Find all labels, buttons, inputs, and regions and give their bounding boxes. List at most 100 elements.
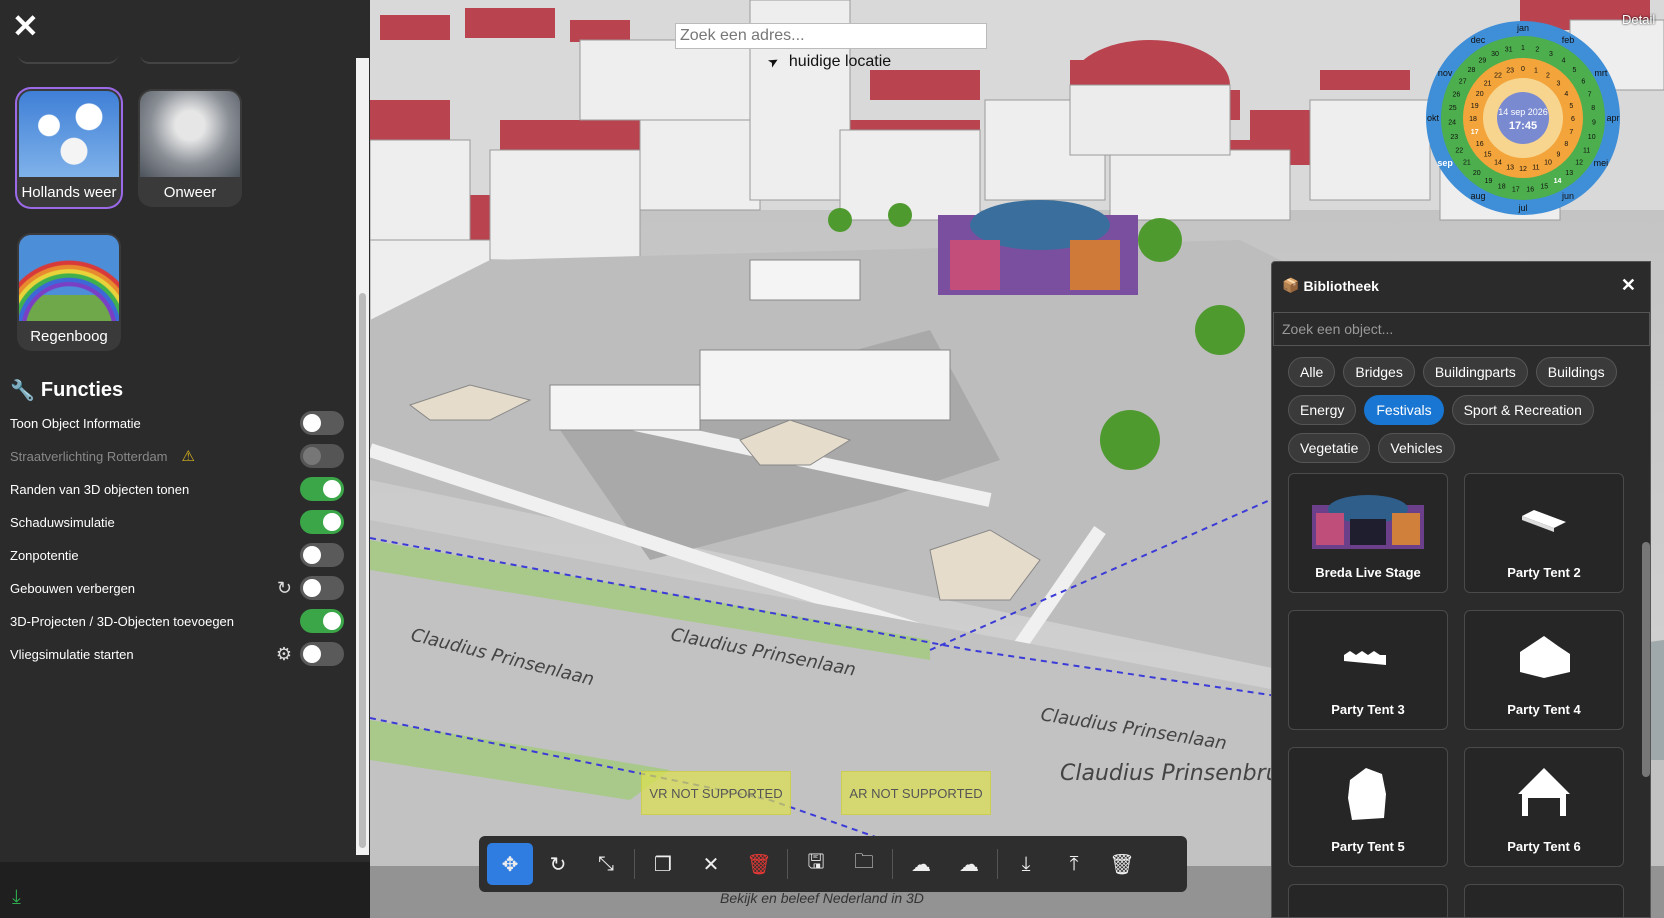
scale-icon[interactable]: ⤡: [583, 843, 629, 885]
dial-hour[interactable]: 23: [1506, 68, 1514, 75]
save-icon[interactable]: 🖫: [793, 843, 839, 885]
dial-day[interactable]: 21: [1463, 160, 1471, 167]
object-card[interactable]: Party Tent 2: [1464, 473, 1624, 593]
dial-day[interactable]: 27: [1459, 78, 1467, 85]
dial-month[interactable]: jul: [1517, 203, 1527, 213]
chip-bridges[interactable]: Bridges: [1343, 357, 1415, 387]
download-icon[interactable]: ⤓: [1003, 843, 1049, 885]
dial-hour[interactable]: 17: [1471, 129, 1479, 136]
dial-hour[interactable]: 12: [1519, 166, 1527, 173]
dial-month[interactable]: okt: [1427, 113, 1440, 123]
dial-day[interactable]: 5: [1573, 67, 1577, 74]
rotate-icon[interactable]: ↻: [535, 843, 581, 885]
object-card[interactable]: Party Tent 6: [1464, 747, 1624, 867]
deselect-icon[interactable]: ✕: [688, 843, 734, 885]
ar-button[interactable]: AR NOT SUPPORTED: [841, 771, 991, 815]
chip-vehicles[interactable]: Vehicles: [1378, 433, 1455, 463]
dial-day[interactable]: 12: [1575, 160, 1583, 167]
dial-day[interactable]: 17: [1512, 187, 1520, 194]
dial-month[interactable]: jan: [1516, 23, 1529, 33]
object-card[interactable]: [1288, 884, 1448, 917]
dial-hour[interactable]: 11: [1532, 164, 1539, 171]
dial-hour[interactable]: 2: [1546, 73, 1550, 80]
dial-hour[interactable]: 19: [1471, 103, 1479, 110]
dial-hour[interactable]: 6: [1571, 116, 1575, 123]
chip-alle[interactable]: Alle: [1288, 357, 1336, 387]
chip-buildingparts[interactable]: Buildingparts: [1422, 357, 1528, 387]
dial-month[interactable]: feb: [1562, 35, 1575, 45]
chip-festivals[interactable]: Festivals: [1364, 395, 1444, 425]
weather-tile-onweer[interactable]: Onweer: [138, 89, 242, 207]
download-cloud-icon[interactable]: ☁: [946, 843, 992, 885]
weather-tile-regenboog[interactable]: Regenboog: [17, 233, 121, 351]
randen-toggle[interactable]: [300, 477, 344, 501]
dial-hour[interactable]: 16: [1476, 141, 1484, 148]
dial-month[interactable]: sep: [1437, 158, 1453, 168]
scrollbar-thumb[interactable]: [359, 293, 366, 848]
dial-day[interactable]: 18: [1498, 184, 1506, 191]
dial-day[interactable]: 1: [1521, 45, 1525, 52]
dial-day[interactable]: 30: [1491, 51, 1499, 58]
schaduw-toggle[interactable]: [300, 510, 344, 534]
weather-tile-hollands-weer[interactable]: Hollands weer: [17, 89, 121, 207]
chip-vegetatie[interactable]: Vegetatie: [1288, 433, 1371, 463]
dial-hour[interactable]: 14: [1494, 159, 1502, 166]
dial-hour[interactable]: 18: [1469, 116, 1477, 123]
dial-day[interactable]: 8: [1591, 105, 1595, 112]
copy-icon[interactable]: ❐: [640, 843, 686, 885]
dial-day[interactable]: 13: [1565, 170, 1573, 177]
dial-day[interactable]: 9: [1592, 120, 1596, 127]
download-icon[interactable]: ⤓: [12, 886, 21, 909]
dial-day[interactable]: 10: [1588, 134, 1596, 141]
dial-hour[interactable]: 1: [1534, 68, 1538, 75]
object-card[interactable]: Party Tent 5: [1288, 747, 1448, 867]
dial-day[interactable]: 14: [1554, 178, 1562, 185]
dial-day[interactable]: 4: [1562, 58, 1566, 65]
dial-hour[interactable]: 8: [1564, 141, 1568, 148]
close-icon[interactable]: ✕: [1621, 275, 1636, 296]
delete-icon[interactable]: 🗑: [736, 843, 782, 885]
dial-month[interactable]: mrt: [1594, 68, 1607, 78]
dial-month[interactable]: jun: [1561, 191, 1574, 201]
detail-label[interactable]: Detail: [1622, 12, 1655, 27]
upload-cloud-icon[interactable]: ☁: [898, 843, 944, 885]
dial-hour[interactable]: 22: [1494, 73, 1502, 80]
dial-day[interactable]: 26: [1453, 91, 1461, 98]
dial-month[interactable]: aug: [1470, 191, 1485, 201]
dial-month[interactable]: nov: [1438, 68, 1453, 78]
object-card[interactable]: [1464, 884, 1624, 917]
dial-hour[interactable]: 9: [1556, 151, 1560, 158]
address-search-input[interactable]: [675, 23, 987, 49]
dial-hour[interactable]: 15: [1484, 151, 1492, 158]
dial-day[interactable]: 23: [1450, 134, 1458, 141]
dial-day[interactable]: 15: [1540, 184, 1548, 191]
sidebar-scrollbar[interactable]: [356, 58, 369, 855]
object-card[interactable]: Party Tent 3: [1288, 610, 1448, 730]
dial-day[interactable]: 20: [1473, 170, 1481, 177]
address-search[interactable]: [675, 23, 987, 49]
dial-hour[interactable]: 0: [1521, 66, 1525, 73]
library-scrollbar[interactable]: [1642, 542, 1650, 777]
dial-hour[interactable]: 21: [1484, 81, 1492, 88]
dial-day[interactable]: 6: [1581, 78, 1585, 85]
dial-hour[interactable]: 4: [1564, 91, 1568, 98]
dial-day[interactable]: 3: [1549, 51, 1553, 58]
move-icon[interactable]: ✥: [487, 843, 533, 885]
dial-day[interactable]: 2: [1535, 47, 1539, 54]
dial-day[interactable]: 28: [1468, 67, 1476, 74]
object-card[interactable]: Party Tent 4: [1464, 610, 1624, 730]
zonpotentie-toggle[interactable]: [300, 543, 344, 567]
refresh-icon[interactable]: ↻: [277, 578, 292, 599]
object-search-input[interactable]: [1273, 312, 1650, 346]
chip-energy[interactable]: Energy: [1288, 395, 1357, 425]
dial-hour[interactable]: 13: [1506, 164, 1514, 171]
dial-day[interactable]: 31: [1505, 47, 1513, 54]
object-card[interactable]: Breda Live Stage: [1288, 473, 1448, 593]
vr-button[interactable]: VR NOT SUPPORTED: [641, 771, 791, 815]
dial-hour[interactable]: 7: [1569, 129, 1573, 136]
object-info-toggle[interactable]: [300, 411, 344, 435]
dial-day[interactable]: 19: [1485, 178, 1493, 185]
dial-day[interactable]: 29: [1479, 58, 1487, 65]
dial-day[interactable]: 7: [1588, 91, 1592, 98]
3d-projecten-toggle[interactable]: [300, 609, 344, 633]
